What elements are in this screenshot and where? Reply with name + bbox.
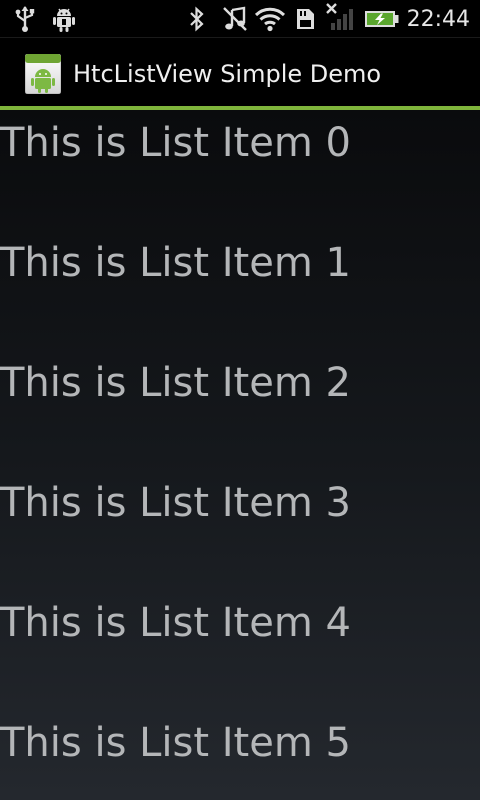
title-bar: HtcListView Simple Demo <box>0 38 480 106</box>
app-title: HtcListView Simple Demo <box>73 60 382 88</box>
list-item-label: This is List Item 2 <box>0 360 351 406</box>
status-bar: 22:44 <box>0 0 480 38</box>
no-signal-icon <box>326 3 358 30</box>
usb-icon <box>14 6 36 32</box>
sd-card-icon <box>294 6 318 32</box>
list-item-label: This is List Item 4 <box>0 600 351 646</box>
no-music-icon <box>222 6 248 32</box>
bluetooth-icon <box>188 6 206 32</box>
list-item[interactable]: This is List Item 3 <box>0 470 480 590</box>
android-app-icon <box>24 53 62 95</box>
list-item-label: This is List Item 5 <box>0 720 351 766</box>
status-clock: 22:44 <box>406 7 470 32</box>
list-item-label: This is List Item 1 <box>0 240 351 286</box>
wifi-icon <box>254 6 286 32</box>
list-view[interactable]: This is List Item 0 This is List Item 1 … <box>0 110 480 800</box>
android-debug-icon <box>52 6 76 32</box>
list-item-label: This is List Item 0 <box>0 120 351 166</box>
list-item-label: This is List Item 3 <box>0 480 351 526</box>
list-item[interactable]: This is List Item 4 <box>0 590 480 710</box>
list-item[interactable]: This is List Item 0 <box>0 110 480 230</box>
list-item[interactable]: This is List Item 1 <box>0 230 480 350</box>
list-item[interactable]: This is List Item 2 <box>0 350 480 470</box>
battery-charging-icon <box>364 6 400 32</box>
list-item[interactable]: This is List Item 5 <box>0 710 480 800</box>
